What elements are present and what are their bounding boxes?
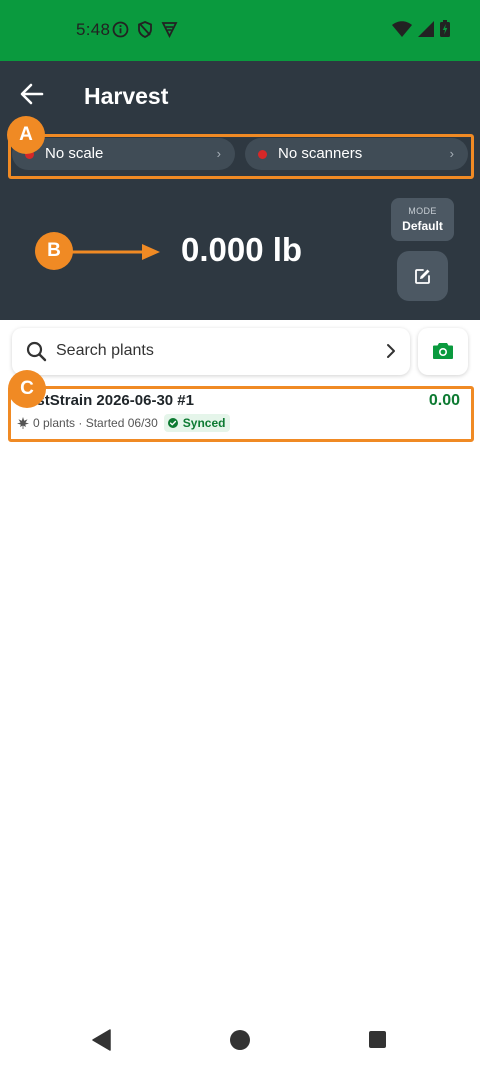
battery-icon bbox=[440, 20, 450, 37]
harvest-header: Harvest No scale › No scanners › 0.000 l… bbox=[0, 61, 480, 320]
mode-label: MODE bbox=[408, 206, 437, 216]
status-icons-right bbox=[392, 20, 450, 37]
back-button[interactable] bbox=[18, 81, 48, 107]
nav-home-icon[interactable] bbox=[230, 1030, 250, 1050]
annotation-b-marker: B bbox=[35, 232, 73, 270]
status-icons-left bbox=[112, 21, 178, 38]
nav-recents-icon[interactable] bbox=[369, 1031, 386, 1048]
chevron-right-icon bbox=[387, 344, 395, 358]
vpn-icon bbox=[161, 22, 178, 38]
camera-icon bbox=[433, 343, 453, 359]
annotation-a-marker: A bbox=[7, 116, 45, 154]
annotation-a-box bbox=[8, 134, 474, 179]
mode-button[interactable]: MODE Default bbox=[391, 198, 454, 241]
nav-back-icon[interactable] bbox=[92, 1029, 112, 1051]
annotation-c-marker: C bbox=[8, 370, 46, 408]
edit-icon bbox=[415, 269, 430, 284]
signal-icon bbox=[418, 20, 434, 37]
wifi-icon bbox=[392, 20, 412, 37]
edit-weight-button[interactable] bbox=[397, 251, 448, 301]
harvest-screen: 5:48 Harvest No scale › No scanners › 0.… bbox=[0, 0, 480, 1067]
search-placeholder: Search plants bbox=[56, 342, 154, 359]
info-icon bbox=[112, 21, 129, 38]
camera-scan-button[interactable] bbox=[418, 328, 468, 375]
arrow-left-icon bbox=[20, 83, 44, 105]
status-time: 5:48 bbox=[76, 20, 111, 39]
search-plants-bar[interactable]: Search plants bbox=[12, 328, 410, 375]
search-icon bbox=[26, 341, 47, 362]
status-bar: 5:48 bbox=[0, 0, 480, 61]
weight-readout: 0.000 lb bbox=[181, 231, 303, 268]
mode-value: Default bbox=[402, 219, 443, 233]
annotation-c-box bbox=[8, 386, 474, 442]
page-title: Harvest bbox=[84, 83, 169, 109]
shield-icon bbox=[138, 21, 152, 38]
annotation-arrow-icon bbox=[72, 244, 160, 260]
